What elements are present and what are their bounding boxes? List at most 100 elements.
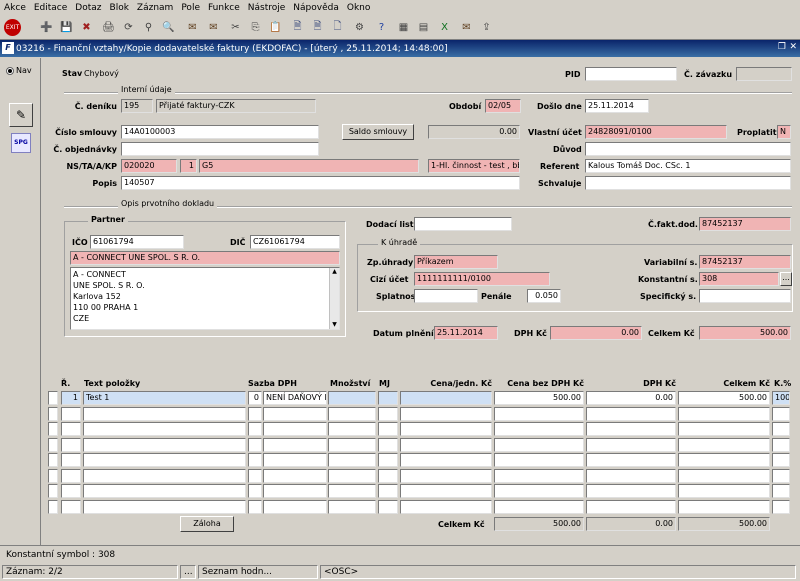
- partner-name-field[interactable]: A - CONNECT UNE SPOL. S R. O.: [70, 251, 340, 265]
- cell-bez[interactable]: 500.00: [494, 391, 584, 405]
- export-icon[interactable]: ⇪: [478, 19, 495, 36]
- cell-text[interactable]: [83, 406, 246, 421]
- cell-mj[interactable]: [378, 453, 398, 467]
- cell-sazba[interactable]: [248, 422, 262, 436]
- address-field[interactable]: A - CONNECT UNE SPOL. S R. O. Karlova 15…: [70, 267, 340, 330]
- cell-mnozstvi[interactable]: [328, 499, 376, 514]
- cell-bez[interactable]: [494, 453, 584, 467]
- cell-text[interactable]: [83, 422, 246, 436]
- cell-text[interactable]: [83, 499, 246, 514]
- cell-k[interactable]: [772, 468, 790, 483]
- ns-field[interactable]: 020020: [121, 159, 177, 173]
- saldo-smlouvy-button[interactable]: Saldo smlouvy: [342, 124, 414, 140]
- close-icon[interactable]: ✕: [789, 42, 797, 52]
- cell-r[interactable]: [61, 406, 81, 421]
- save-icon[interactable]: 💾: [58, 19, 75, 36]
- specificky-field[interactable]: [699, 289, 791, 303]
- settings-icon[interactable]: ⚙: [351, 19, 368, 36]
- vlastni-field[interactable]: 24828091/0100: [585, 125, 727, 139]
- cell-sazba[interactable]: [248, 499, 262, 514]
- cell-sazba[interactable]: [248, 468, 262, 483]
- cell-mj[interactable]: [378, 484, 398, 498]
- cell-sazba-name[interactable]: [263, 468, 327, 483]
- cell-cena[interactable]: [400, 391, 492, 405]
- cell-celkem[interactable]: [678, 406, 770, 421]
- doc2-icon[interactable]: 🗎: [309, 19, 326, 36]
- cell-k[interactable]: [772, 499, 790, 514]
- cell-mnozstvi[interactable]: [328, 406, 376, 421]
- cell-cena[interactable]: [400, 468, 492, 483]
- cell-celkem[interactable]: [678, 499, 770, 514]
- cell-r[interactable]: [61, 453, 81, 467]
- cell-celkem[interactable]: [678, 484, 770, 498]
- cell-cena[interactable]: [400, 453, 492, 467]
- mail2-icon[interactable]: ✉: [458, 19, 475, 36]
- pid-field[interactable]: [585, 67, 677, 81]
- cell-dph[interactable]: [586, 499, 676, 514]
- exit-icon[interactable]: EXIT: [4, 19, 21, 36]
- cell-r[interactable]: [61, 468, 81, 483]
- cell-text[interactable]: [83, 453, 246, 467]
- ico-field[interactable]: 61061794: [90, 235, 184, 249]
- cell-k[interactable]: [772, 406, 790, 421]
- cell-cena[interactable]: [400, 406, 492, 421]
- cizi-field[interactable]: 1111111111/0100: [414, 272, 550, 286]
- grid-icon[interactable]: ▤: [415, 19, 432, 36]
- spg-icon[interactable]: SPG: [11, 133, 31, 153]
- cell-mj[interactable]: [378, 468, 398, 483]
- doc-icon[interactable]: 🗎: [289, 19, 306, 36]
- cell-mnozstvi[interactable]: [328, 391, 376, 405]
- proplatit-field[interactable]: N: [777, 125, 791, 139]
- cell-k[interactable]: [772, 484, 790, 498]
- menu-item[interactable]: Záznam: [133, 3, 177, 13]
- zpuhrady-field[interactable]: Příkazem: [414, 255, 498, 269]
- doslo-field[interactable]: 25.11.2014: [585, 99, 649, 113]
- cell-cena[interactable]: [400, 484, 492, 498]
- menu-item[interactable]: Pole: [177, 3, 204, 13]
- row-indicator[interactable]: [48, 391, 58, 405]
- row-indicator[interactable]: [48, 499, 58, 514]
- cell-mj[interactable]: [378, 422, 398, 436]
- schvaluje-field[interactable]: [585, 176, 791, 190]
- copy-icon[interactable]: ⎘: [247, 19, 264, 36]
- cell-r[interactable]: [61, 499, 81, 514]
- konstantni-lov-button[interactable]: ...: [780, 272, 792, 286]
- excel-icon[interactable]: X: [436, 19, 453, 36]
- help-icon[interactable]: ?: [373, 19, 390, 36]
- cell-sazba[interactable]: 0: [248, 391, 262, 405]
- cell-sazba[interactable]: [248, 437, 262, 452]
- cell-mnozstvi[interactable]: [328, 422, 376, 436]
- cell-k[interactable]: [772, 437, 790, 452]
- cell-celkem[interactable]: [678, 437, 770, 452]
- cell-dph[interactable]: [586, 484, 676, 498]
- row-indicator[interactable]: [48, 468, 58, 483]
- ta-field[interactable]: 1: [180, 159, 197, 173]
- cell-sazba-name[interactable]: [263, 484, 327, 498]
- filter-icon[interactable]: ⚲: [140, 19, 157, 36]
- cell-sazba-name[interactable]: [263, 437, 327, 452]
- delete-icon[interactable]: ✖: [78, 19, 95, 36]
- eraser-icon[interactable]: ✎: [9, 103, 33, 127]
- konstantni-field[interactable]: 308: [699, 272, 779, 286]
- menu-item[interactable]: Editace: [30, 3, 71, 13]
- new-doc-icon[interactable]: 🗋: [329, 19, 346, 36]
- cell-cena[interactable]: [400, 422, 492, 436]
- cell-mnozstvi[interactable]: [328, 484, 376, 498]
- menu-item[interactable]: Akce: [0, 3, 30, 13]
- cell-dph[interactable]: 0.00: [586, 391, 676, 405]
- cell-text[interactable]: [83, 468, 246, 483]
- cell-celkem[interactable]: 500.00: [678, 391, 770, 405]
- obdobi-field[interactable]: 02/05: [485, 99, 521, 113]
- cell-mnozstvi[interactable]: [328, 453, 376, 467]
- cell-text[interactable]: [83, 484, 246, 498]
- nav-radio[interactable]: [6, 67, 14, 75]
- menu-item[interactable]: Funkce: [204, 3, 244, 13]
- address-scrollbar[interactable]: ▲ ▼: [329, 268, 339, 329]
- popis-field[interactable]: 140507: [121, 176, 520, 190]
- paste-icon[interactable]: 📋: [267, 19, 284, 36]
- penale-field[interactable]: 0.050: [527, 289, 561, 303]
- cell-k[interactable]: [772, 422, 790, 436]
- cell-k[interactable]: [772, 453, 790, 467]
- cdeniku-field[interactable]: 195: [121, 99, 153, 113]
- cell-text[interactable]: [83, 437, 246, 452]
